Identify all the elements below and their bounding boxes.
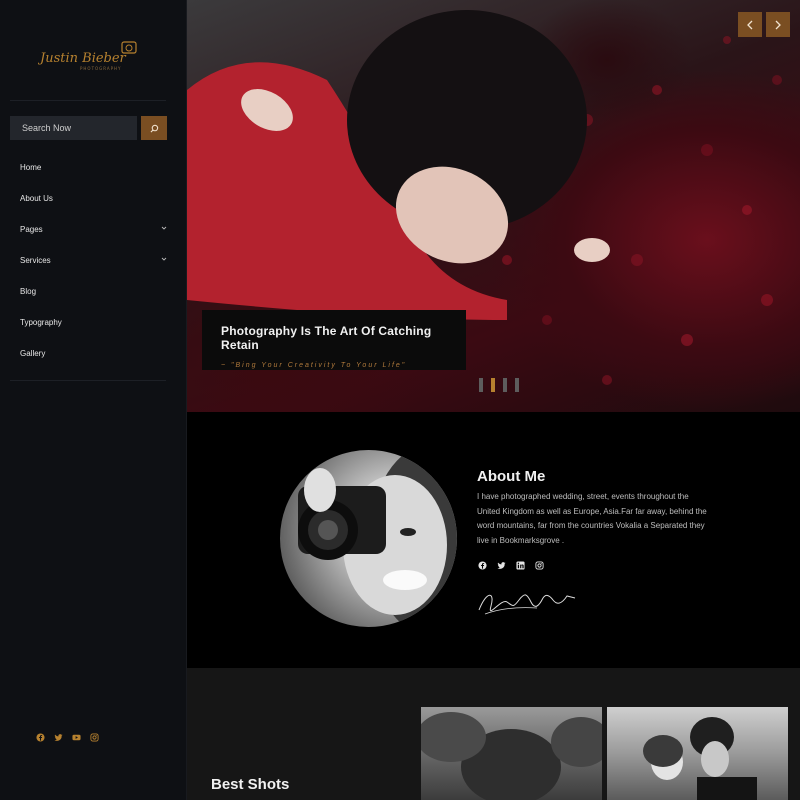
about-text: I have photographed wedding, street, eve… bbox=[477, 492, 707, 545]
couple-image bbox=[643, 717, 757, 800]
best-shots-section: Best Shots bbox=[187, 668, 800, 800]
nav-item-services[interactable]: Services bbox=[20, 245, 167, 276]
instagram-icon[interactable] bbox=[89, 732, 99, 742]
facebook-icon[interactable] bbox=[477, 560, 487, 570]
svg-text:Justin Bieber: Justin Bieber bbox=[38, 51, 127, 66]
nav-label: About Us bbox=[20, 194, 53, 203]
next-slide-button[interactable] bbox=[766, 12, 790, 37]
nav-label: Typography bbox=[20, 318, 62, 327]
nav-label: Services bbox=[20, 256, 51, 265]
svg-text:PHOTOGRAPHY: PHOTOGRAPHY bbox=[80, 66, 121, 71]
slider-arrows bbox=[738, 12, 790, 37]
linkedin-icon[interactable] bbox=[515, 560, 525, 570]
signature-image bbox=[478, 594, 576, 615]
facebook-icon[interactable] bbox=[35, 732, 45, 742]
hero-caption: Photography Is The Art Of Catching Retai… bbox=[202, 310, 466, 370]
chevron-down-icon bbox=[161, 257, 167, 261]
search-input[interactable] bbox=[10, 116, 137, 140]
nav-label: Blog bbox=[20, 287, 37, 296]
nav-item-about-us[interactable]: About Us bbox=[20, 183, 167, 214]
chevron-down-icon bbox=[161, 226, 167, 230]
about-section: About Me I have photographed wedding, st… bbox=[187, 412, 800, 668]
slider-dot-4[interactable] bbox=[515, 378, 519, 392]
slider-dot-3[interactable] bbox=[503, 378, 507, 392]
chevron-left-icon bbox=[747, 20, 753, 29]
chevron-right-icon bbox=[775, 20, 781, 29]
youtube-icon[interactable] bbox=[71, 732, 81, 742]
nav-item-gallery[interactable]: Gallery bbox=[20, 338, 167, 369]
nav-item-blog[interactable]: Blog bbox=[20, 276, 167, 307]
search-button[interactable] bbox=[141, 116, 167, 140]
nav-label: Gallery bbox=[20, 349, 46, 358]
twitter-icon[interactable] bbox=[53, 732, 63, 742]
hero-subtitle: ~ "Bing Your Creativity To Your Life" bbox=[221, 362, 407, 369]
main-nav: Home About Us Pages Services Blog Typogr… bbox=[20, 152, 167, 369]
best-shots-title: Best Shots bbox=[211, 776, 290, 793]
nav-label: Home bbox=[20, 163, 42, 172]
portrait-image bbox=[298, 450, 457, 627]
logo-divider bbox=[10, 100, 166, 101]
about-title: About Me bbox=[477, 468, 546, 485]
sidebar-socials bbox=[35, 732, 99, 742]
forest-image bbox=[421, 712, 602, 800]
slider-dot-1[interactable] bbox=[479, 378, 483, 392]
gallery-image-couple[interactable] bbox=[607, 707, 788, 800]
nav-label: Pages bbox=[20, 225, 43, 234]
about-socials bbox=[477, 560, 544, 570]
nav-divider bbox=[10, 380, 166, 381]
twitter-icon[interactable] bbox=[496, 560, 506, 570]
hero-title: Photography Is The Art Of Catching Retai… bbox=[221, 324, 432, 352]
site-logo[interactable]: Justin Bieber PHOTOGRAPHY bbox=[38, 34, 150, 78]
photographer-portrait bbox=[280, 450, 457, 627]
search-icon bbox=[150, 124, 158, 132]
instagram-icon[interactable] bbox=[534, 560, 544, 570]
slider-dot-2[interactable] bbox=[491, 378, 495, 392]
prev-slide-button[interactable] bbox=[738, 12, 762, 37]
sidebar: Justin Bieber PHOTOGRAPHY Home About Us … bbox=[0, 0, 187, 800]
nav-item-home[interactable]: Home bbox=[20, 152, 167, 183]
nav-item-pages[interactable]: Pages bbox=[20, 214, 167, 245]
slider-pagination bbox=[479, 378, 519, 392]
hero-slider[interactable]: Photography Is The Art Of Catching Retai… bbox=[187, 0, 800, 412]
gallery-image-forest[interactable] bbox=[421, 707, 602, 800]
nav-item-typography[interactable]: Typography bbox=[20, 307, 167, 338]
